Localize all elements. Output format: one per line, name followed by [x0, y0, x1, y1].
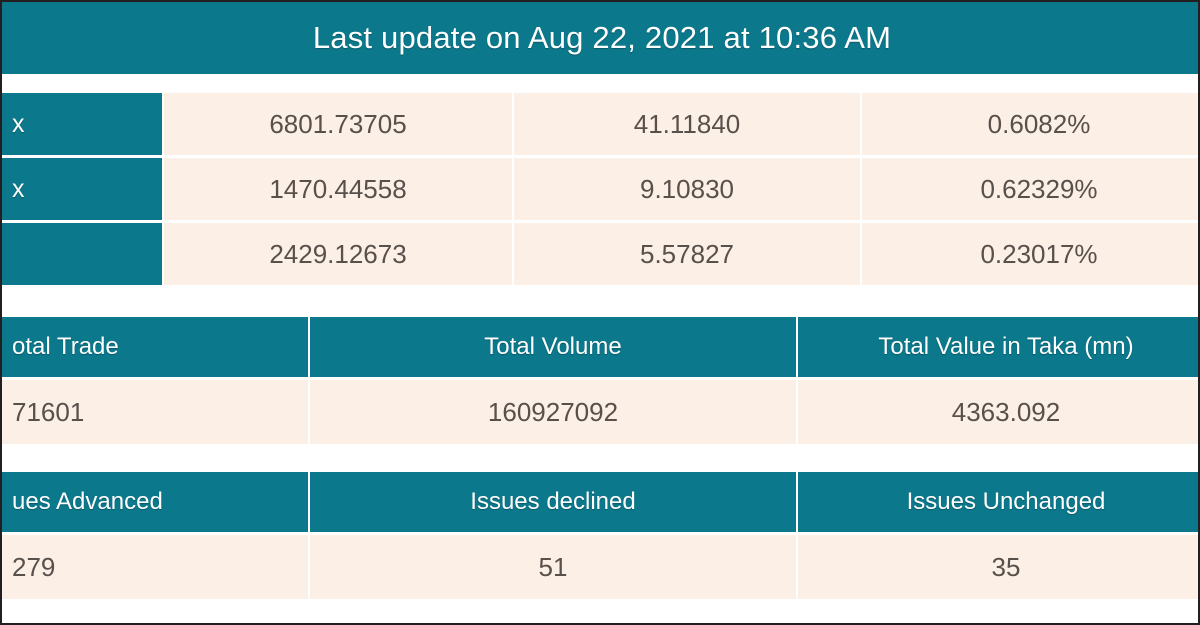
index-row-label: x: [2, 93, 162, 155]
index-change-percent: 0.6082%: [862, 93, 1198, 155]
header-total-trade: otal Trade: [2, 317, 308, 377]
index-value: 2429.12673: [164, 223, 512, 285]
value-total-trade: 71601: [2, 380, 308, 444]
index-change-percent: 0.62329%: [862, 158, 1198, 220]
table-row: 71601 160927092 4363.092: [2, 380, 1198, 444]
index-row-label: [2, 223, 162, 285]
value-issues-advanced: 279: [2, 535, 308, 599]
header-total-value: Total Value in Taka (mn): [798, 317, 1198, 377]
table-header-row: otal Trade Total Volume Total Value in T…: [2, 317, 1198, 377]
issues-table: ues Advanced Issues declined Issues Unch…: [2, 469, 1198, 602]
value-issues-unchanged: 35: [798, 535, 1198, 599]
page-title: Last update on Aug 22, 2021 at 10:36 AM: [312, 20, 892, 55]
value-total-volume: 160927092: [310, 380, 796, 444]
index-change: 9.10830: [514, 158, 860, 220]
header-issues-declined: Issues declined: [310, 472, 796, 532]
table-row: x 1470.44558 9.10830 0.62329%: [2, 158, 1198, 220]
value-issues-declined: 51: [310, 535, 796, 599]
market-summary-table: otal Trade Total Volume Total Value in T…: [2, 314, 1198, 447]
index-change-percent: 0.23017%: [862, 223, 1198, 285]
table-row: 279 51 35: [2, 535, 1198, 599]
market-summary-page: Last update on Aug 22, 2021 at 10:36 AM …: [0, 0, 1200, 625]
index-value: 6801.73705: [164, 93, 512, 155]
table-row: x 6801.73705 41.11840 0.6082%: [2, 93, 1198, 155]
table-header-row: ues Advanced Issues declined Issues Unch…: [2, 472, 1198, 532]
index-value: 1470.44558: [164, 158, 512, 220]
last-update-banner: Last update on Aug 22, 2021 at 10:36 AM: [2, 0, 1198, 74]
index-change: 5.57827: [514, 223, 860, 285]
index-row-label: x: [2, 158, 162, 220]
header-issues-advanced: ues Advanced: [2, 472, 308, 532]
value-total-value: 4363.092: [798, 380, 1198, 444]
table-row: 2429.12673 5.57827 0.23017%: [2, 223, 1198, 285]
index-change: 41.11840: [514, 93, 860, 155]
index-table: x 6801.73705 41.11840 0.6082% x 1470.445…: [2, 90, 1198, 288]
header-total-volume: Total Volume: [310, 317, 796, 377]
header-issues-unchanged: Issues Unchanged: [798, 472, 1198, 532]
